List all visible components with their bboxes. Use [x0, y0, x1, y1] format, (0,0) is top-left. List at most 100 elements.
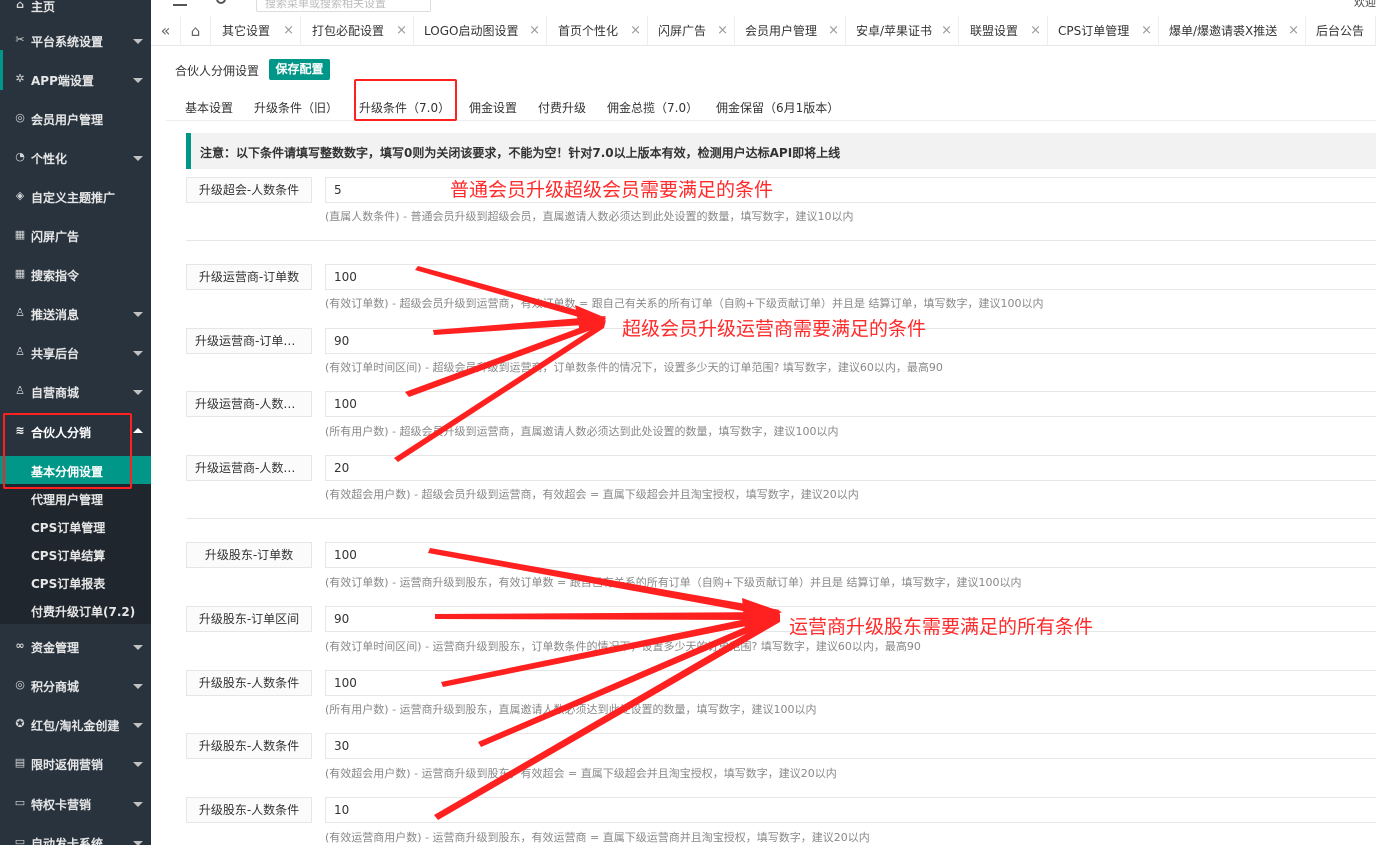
close-icon[interactable]: × [1030, 16, 1041, 46]
close-icon[interactable]: × [396, 16, 407, 46]
chevron-down-icon [133, 156, 143, 161]
user-menu[interactable]: 欢迎 [1354, 0, 1376, 10]
close-icon[interactable]: × [529, 16, 540, 46]
field-label: 升级股东-人数条件 [186, 797, 312, 823]
chevron-down-icon [133, 312, 143, 317]
subtab-commission-settings[interactable]: 佣金设置 [469, 99, 517, 116]
menu-toggle-icon[interactable] [173, 0, 187, 6]
palette-icon: ◔ [15, 150, 25, 163]
shareholder-user-count-input[interactable]: 100 [325, 670, 1376, 696]
sidebar-item-splash-ads[interactable]: ▦ 闪屏广告 [0, 216, 151, 255]
operator-order-range-input[interactable]: 90 [325, 328, 1376, 354]
top-header: 搜索菜单或搜索相关设置 欢迎 [151, 0, 1376, 16]
user-icon: ♙ [15, 345, 25, 358]
tab-other-settings[interactable]: 其它设置 × [212, 16, 301, 46]
tab-certificates[interactable]: 安卓/苹果证书 × [846, 16, 959, 46]
sidebar-item-label: 资金管理 [31, 641, 80, 655]
sidebar-item-app-settings[interactable]: ✲ APP端设置 [0, 60, 151, 99]
home-icon: ⌂ [16, 0, 24, 11]
sidebar-item-shared-backend[interactable]: ♙ 共享后台 [0, 333, 151, 372]
close-icon[interactable]: × [717, 16, 728, 46]
field-label: 升级股东-订单区间 [186, 606, 312, 632]
grid-icon: ▦ [14, 228, 26, 241]
gear-icon: ✲ [15, 72, 25, 85]
sidebar-subitem-cps-orders[interactable]: CPS订单管理 [0, 512, 151, 540]
sidebar-item-partner-distribution[interactable]: ≋ 合伙人分销 [0, 412, 151, 451]
subtab-basic-settings[interactable]: 基本设置 [185, 99, 233, 116]
sidebar-item-auto-card[interactable]: ▭ 自动发卡系统 [0, 823, 151, 845]
sidebar-subitem-paid-upgrade-orders[interactable]: 付费升级订单(7.2) [0, 596, 151, 624]
close-icon[interactable]: × [283, 16, 294, 46]
field-label: 升级运营商-人数条件 [186, 391, 312, 417]
field-label: 升级运营商-订单数 [186, 264, 312, 290]
grid-icon: ▦ [14, 267, 26, 280]
active-tab-indicator [357, 119, 442, 121]
chevron-down-icon [133, 723, 143, 728]
refresh-icon[interactable] [216, 0, 226, 4]
subtab-commission-retain[interactable]: 佣金保留（6月1版本） [716, 99, 839, 116]
card-icon: ▭ [14, 835, 26, 845]
sidebar-item-label: 红包/淘礼金创建 [31, 719, 120, 733]
tab-push-x[interactable]: 爆单/爆邀请裘X推送 × [1159, 16, 1306, 46]
save-button[interactable]: 保存配置 [269, 59, 330, 80]
card-icon: ▭ [14, 796, 26, 809]
sidebar-subitem-cps-settlement[interactable]: CPS订单结算 [0, 540, 151, 568]
field-label: 升级运营商-人数条件 [186, 455, 312, 481]
sidebar-item-push-message[interactable]: ♙ 推送消息 [0, 294, 151, 333]
sidebar-item-custom-theme[interactable]: ◈ 自定义主题推广 [0, 177, 151, 216]
shareholder-super-count-input[interactable]: 30 [325, 733, 1376, 759]
close-icon[interactable]: × [1288, 16, 1299, 46]
field-label: 升级股东-订单数 [186, 542, 312, 568]
subtab-commission-overview[interactable]: 佣金总揽（7.0） [607, 99, 698, 116]
home-tab-icon[interactable]: ⌂ [181, 16, 211, 46]
sidebar-item-label: 特权卡营销 [31, 798, 92, 812]
tab-cps-orders[interactable]: CPS订单管理 × [1048, 16, 1159, 46]
sidebar-item-label: 闪屏广告 [31, 230, 80, 244]
shareholder-order-range-input[interactable]: 90 [325, 606, 1376, 632]
sidebar-item-points-mall[interactable]: ◎ 积分商城 [0, 666, 151, 705]
sidebar-item-member-management[interactable]: ◎ 会员用户管理 [0, 99, 151, 138]
sidebar-item-privilege-card[interactable]: ▭ 特权卡营销 [0, 784, 151, 823]
sidebar-item-own-mall[interactable]: ♙ 自营商城 [0, 372, 151, 411]
tab-scroll-left-icon[interactable]: « [151, 16, 181, 46]
close-icon[interactable]: × [828, 16, 839, 46]
operator-super-count-input[interactable]: 20 [325, 455, 1376, 481]
sidebar-item-red-packet[interactable]: ✪ 红包/淘礼金创建 [0, 705, 151, 744]
sidebar-subitem-cps-report[interactable]: CPS订单报表 [0, 568, 151, 596]
search-input[interactable]: 搜索菜单或搜索相关设置 [256, 0, 431, 12]
tab-alliance-settings[interactable]: 联盟设置 × [960, 16, 1048, 46]
subtab-paid-upgrade[interactable]: 付费升级 [538, 99, 586, 116]
tab-home-personalization[interactable]: 首页个性化 × [548, 16, 648, 46]
tab-announcement[interactable]: 后台公告 [1306, 16, 1376, 46]
tab-logo-splash[interactable]: LOGO启动图设置 × [414, 16, 547, 46]
notice-banner: 注意：以下条件请填写整数数字，填写0则为关闭该要求，不能为空！针对7.0以上版本… [186, 133, 1376, 169]
sidebar-subitem-agent-users[interactable]: 代理用户管理 [0, 484, 151, 512]
close-icon[interactable]: × [1141, 16, 1152, 46]
operator-user-count-input[interactable]: 100 [325, 391, 1376, 417]
tab-member-management[interactable]: 会员用户管理 × [735, 16, 846, 46]
subtab-upgrade-7[interactable]: 升级条件（7.0） [359, 99, 450, 116]
shareholder-order-count-input[interactable]: 100 [325, 542, 1376, 568]
field-help: (有效订单时间区间) - 运营商升级到股东，订单数条件的情况下，设置多少天的订单… [325, 640, 921, 653]
close-icon[interactable]: × [630, 16, 641, 46]
sidebar-subitem-basic-commission[interactable]: 基本分佣设置 [0, 456, 151, 484]
subtab-upgrade-old[interactable]: 升级条件（旧） [254, 99, 338, 116]
cube-icon: ◈ [15, 189, 25, 202]
gift-icon: ✪ [15, 717, 25, 730]
operator-order-count-input[interactable]: 100 [325, 264, 1376, 290]
sidebar-item-platform-settings[interactable]: ✂ 平台系统设置 [0, 21, 151, 60]
sidebar-item-label: 主页 [31, 0, 56, 14]
sidebar-item-search-command[interactable]: ▦ 搜索指令 [0, 255, 151, 294]
super-member-count-input[interactable]: 5 [325, 177, 1376, 203]
tab-splash-ads[interactable]: 闪屏广告 × [648, 16, 735, 46]
field-label: 升级股东-人数条件 [186, 733, 312, 759]
field-help: (所有用户数) - 超级会员升级到运营商，直属邀请人数必须达到此处设置的数量，填… [325, 425, 839, 438]
shareholder-operator-count-input[interactable]: 10 [325, 797, 1376, 823]
sidebar-item-personalization[interactable]: ◔ 个性化 [0, 138, 151, 177]
sidebar-item-limited-rebate[interactable]: ▤ 限时返佣营销 [0, 744, 151, 783]
sidebar-item-label: 推送消息 [31, 308, 80, 322]
sidebar-item-funds[interactable]: ∞ 资金管理 [0, 627, 151, 666]
close-icon[interactable]: × [941, 16, 952, 46]
tab-packaging-settings[interactable]: 打包必配设置 × [302, 16, 414, 46]
sidebar-item-label: 搜索指令 [31, 269, 80, 283]
